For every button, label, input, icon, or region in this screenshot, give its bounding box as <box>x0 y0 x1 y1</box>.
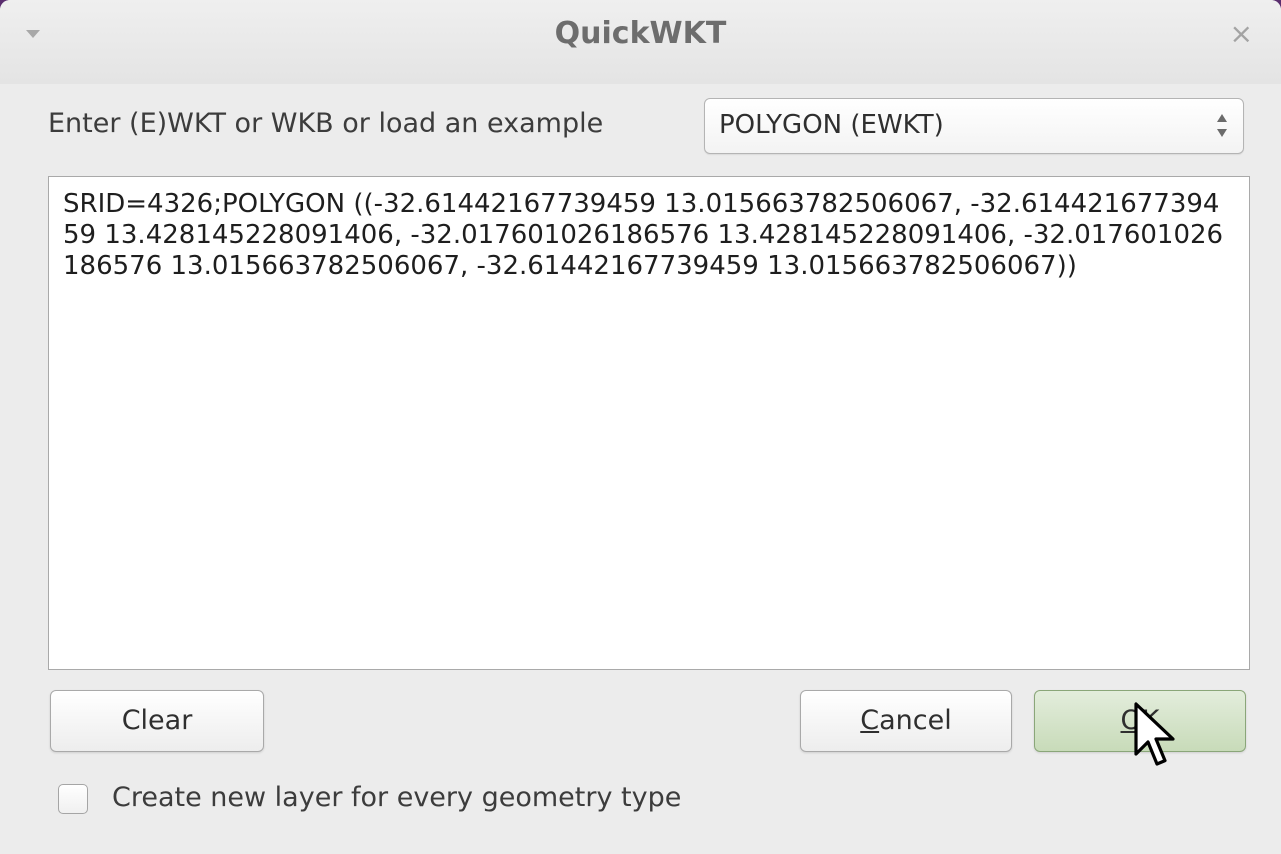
title-bar[interactable]: QuickWKT × <box>0 0 1281 84</box>
example-select[interactable]: POLYGON (EWKT) <box>704 98 1244 154</box>
wkt-text-area[interactable]: SRID=4326;POLYGON ((-32.61442167739459 1… <box>48 176 1250 670</box>
example-prompt-label: Enter (E)WKT or WKB or load an example <box>48 108 604 139</box>
new-layer-label[interactable]: Create new layer for every geometry type <box>112 782 681 813</box>
cancel-mnemonic: C <box>860 705 880 736</box>
cancel-label: ancel <box>879 705 952 736</box>
cancel-button[interactable]: Cancel <box>800 690 1012 752</box>
new-layer-checkbox[interactable] <box>58 784 88 814</box>
window-title: QuickWKT <box>554 16 727 51</box>
spin-arrows-icon <box>1215 111 1229 141</box>
quickwkt-dialog: QuickWKT × Enter (E)WKT or WKB or load a… <box>0 0 1281 854</box>
clear-button[interactable]: Clear <box>50 690 264 752</box>
mouse-pointer-icon <box>1134 702 1175 766</box>
example-select-value: POLYGON (EWKT) <box>719 110 944 140</box>
close-icon[interactable]: × <box>1230 20 1253 48</box>
